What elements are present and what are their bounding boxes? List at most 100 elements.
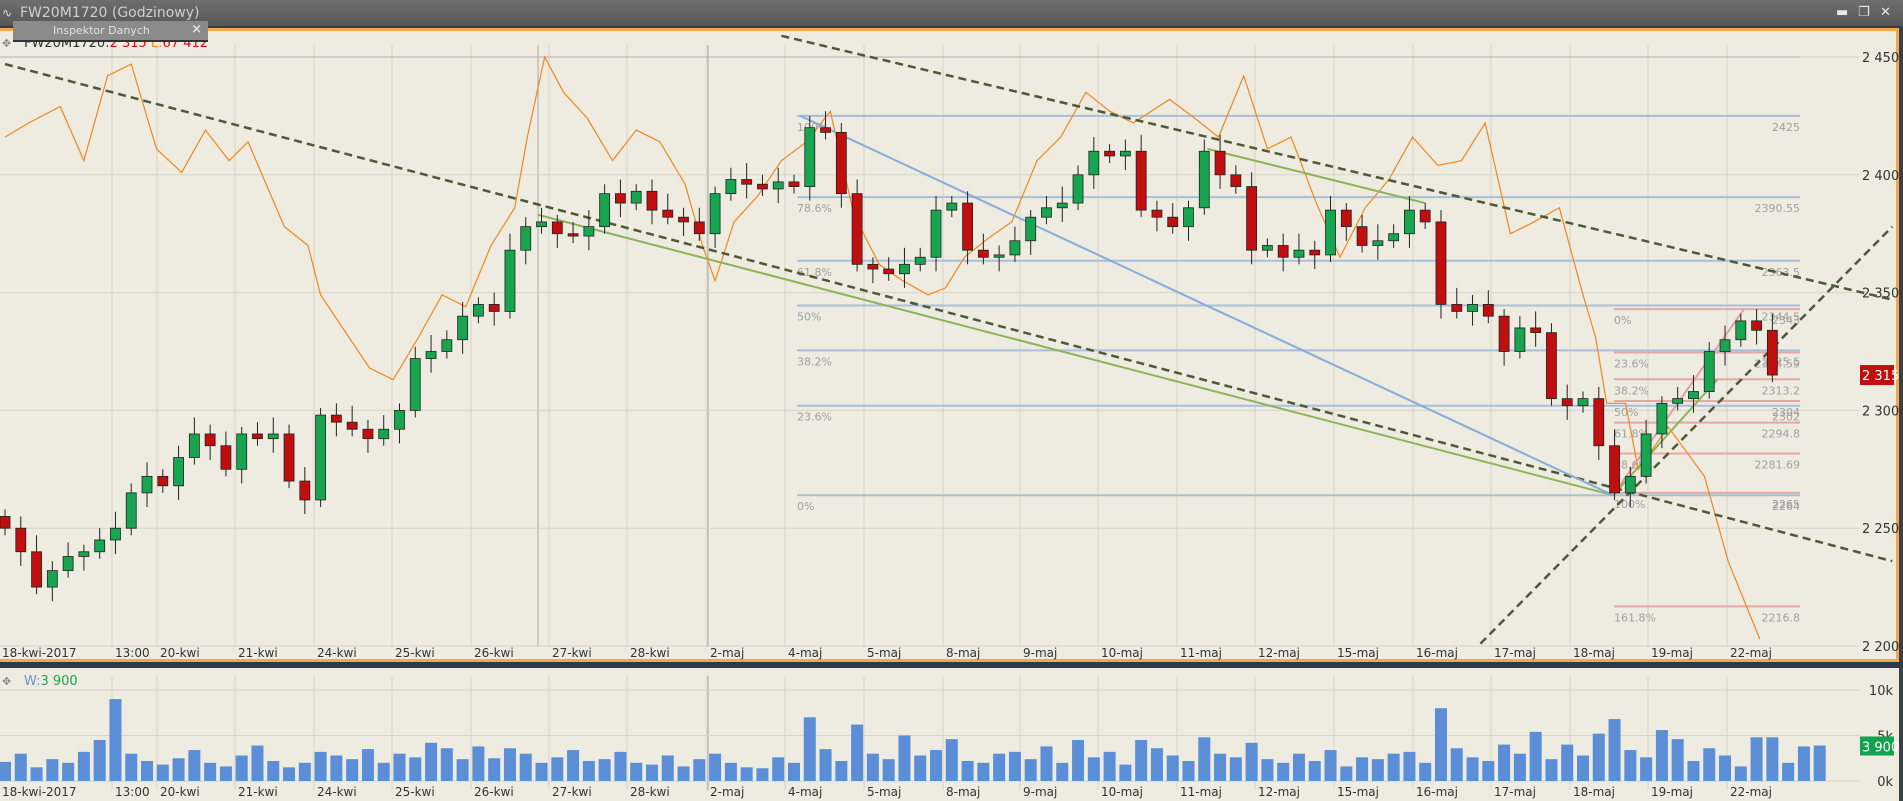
candle-down <box>1277 245 1289 258</box>
candle-up <box>472 303 484 317</box>
volume-bar <box>851 724 864 781</box>
volume-date-axis-label: 8-maj <box>946 785 980 799</box>
volume-bar <box>977 762 990 781</box>
volume-date-axis-label: 12-maj <box>1258 785 1300 799</box>
fib-level-percent: 50% <box>797 311 821 324</box>
candle-up <box>520 226 532 251</box>
volume-bar <box>440 748 453 781</box>
volume-chart-panel[interactable]: 18-kwi-2017 13:00 20-kwi 21-kwi 24-kwi 25-kwi… <box>0 668 1899 801</box>
data-inspector-panel[interactable]: Inspektor Danych × <box>13 21 208 42</box>
volume-bar <box>1482 760 1495 781</box>
volume-bar <box>1797 746 1810 781</box>
date-axis-label: 18-maj <box>1573 646 1615 660</box>
volume-bar <box>204 762 217 781</box>
fib-level-value: 2425 <box>1772 121 1800 134</box>
candle-up <box>1056 202 1068 209</box>
volume-bar <box>361 749 374 781</box>
candle-down <box>867 263 879 270</box>
candle-down <box>788 181 800 187</box>
candle-down <box>488 303 500 312</box>
date-axis-label: 12-maj <box>1258 646 1300 660</box>
volume-bar <box>914 755 927 781</box>
chart-app-icon: ∿ <box>2 6 13 20</box>
volume-bar <box>614 751 627 781</box>
volume-bar <box>488 758 501 781</box>
candle-up <box>1514 327 1526 352</box>
volume-date-axis-label: 27-kwi <box>552 785 592 799</box>
volume-bar <box>314 751 327 781</box>
volume-date-axis-label: 4-maj <box>788 785 822 799</box>
date-axis-label: 5-maj <box>867 646 901 660</box>
candle-down <box>883 268 895 275</box>
candle-down <box>157 475 169 487</box>
volume-bar <box>1040 746 1053 781</box>
volume-bar <box>1245 742 1258 781</box>
volume-move-handle-icon[interactable]: ✥ <box>2 675 11 688</box>
minimize-icon[interactable]: ▬ <box>1836 5 1848 20</box>
volume-bar <box>1182 760 1195 781</box>
volume-bar <box>298 762 311 781</box>
candle-up <box>1198 150 1210 209</box>
volume-bar <box>219 766 232 781</box>
volume-date-axis-label: 25-kwi <box>395 785 435 799</box>
volume-bar <box>772 757 785 781</box>
volume-bar <box>1340 766 1353 781</box>
candle-down <box>346 421 358 430</box>
candle-up <box>1025 216 1037 242</box>
volume-date-axis-label: 21-kwi <box>238 785 278 799</box>
candle-up <box>409 358 421 411</box>
candle-up <box>425 351 437 359</box>
volume-bar <box>1434 708 1447 781</box>
volume-bar <box>898 735 911 781</box>
volume-bar <box>1198 737 1211 781</box>
volume-bar <box>1513 753 1526 781</box>
volume-bar <box>551 757 564 781</box>
date-axis-label: 15-maj <box>1337 646 1379 660</box>
candle-up <box>62 556 74 572</box>
candle-down <box>820 127 831 133</box>
volume-bar <box>724 762 737 781</box>
volume-bar <box>1371 759 1384 781</box>
volume-bar <box>1813 745 1826 781</box>
volume-bar <box>866 753 879 781</box>
candle-up <box>378 428 390 440</box>
window-title-bar: ∿ FW20M1720 (Godzinowy) ▬ ❐ ✕ <box>0 0 1903 26</box>
candle-down <box>283 433 295 482</box>
volume-legend-label: W: <box>24 674 41 689</box>
volume-bar <box>125 753 138 781</box>
volume-bar <box>1703 748 1716 781</box>
candle-up <box>1577 398 1589 407</box>
restore-icon[interactable]: ❐ <box>1858 5 1870 20</box>
close-icon[interactable]: ✕ <box>1880 5 1891 20</box>
volume-date-axis-label: 16-maj <box>1416 785 1458 799</box>
candle-up <box>1688 391 1699 400</box>
candle-up <box>804 127 816 187</box>
volume-bar <box>1608 719 1621 781</box>
candle-down <box>567 233 579 237</box>
green-trendline <box>538 213 1614 497</box>
volume-bar <box>661 755 674 781</box>
fib-level-percent: 78.6% <box>797 202 832 215</box>
inspector-title: Inspektor Danych <box>53 24 150 37</box>
volume-bar <box>582 760 595 781</box>
volume-bar <box>1150 748 1163 781</box>
volume-bar <box>14 753 27 781</box>
inspector-close-button[interactable]: × <box>191 22 202 37</box>
date-axis-label: 17-maj <box>1494 646 1536 660</box>
candle-down <box>0 516 11 529</box>
candle-down <box>1451 303 1463 312</box>
candle-down <box>1230 174 1242 187</box>
move-handle-icon[interactable]: ✥ <box>2 37 11 50</box>
candle-up <box>78 551 90 557</box>
volume-date-axis-label: 22-maj <box>1730 785 1772 799</box>
price-chart-panel[interactable]: 2 4502 4002 3502 3002 2502 200100%242578… <box>0 28 1899 662</box>
candle-down <box>741 179 753 185</box>
candle-down <box>252 433 263 440</box>
candle-up <box>930 209 942 258</box>
volume-bar <box>1087 757 1100 781</box>
candle-up <box>709 193 721 235</box>
fib-level-value: 2294.8 <box>1762 428 1801 441</box>
candle-down <box>362 428 374 440</box>
window-title: FW20M1720 (Godzinowy) <box>20 5 200 21</box>
current-price-label: 2 315 <box>1862 369 1899 384</box>
